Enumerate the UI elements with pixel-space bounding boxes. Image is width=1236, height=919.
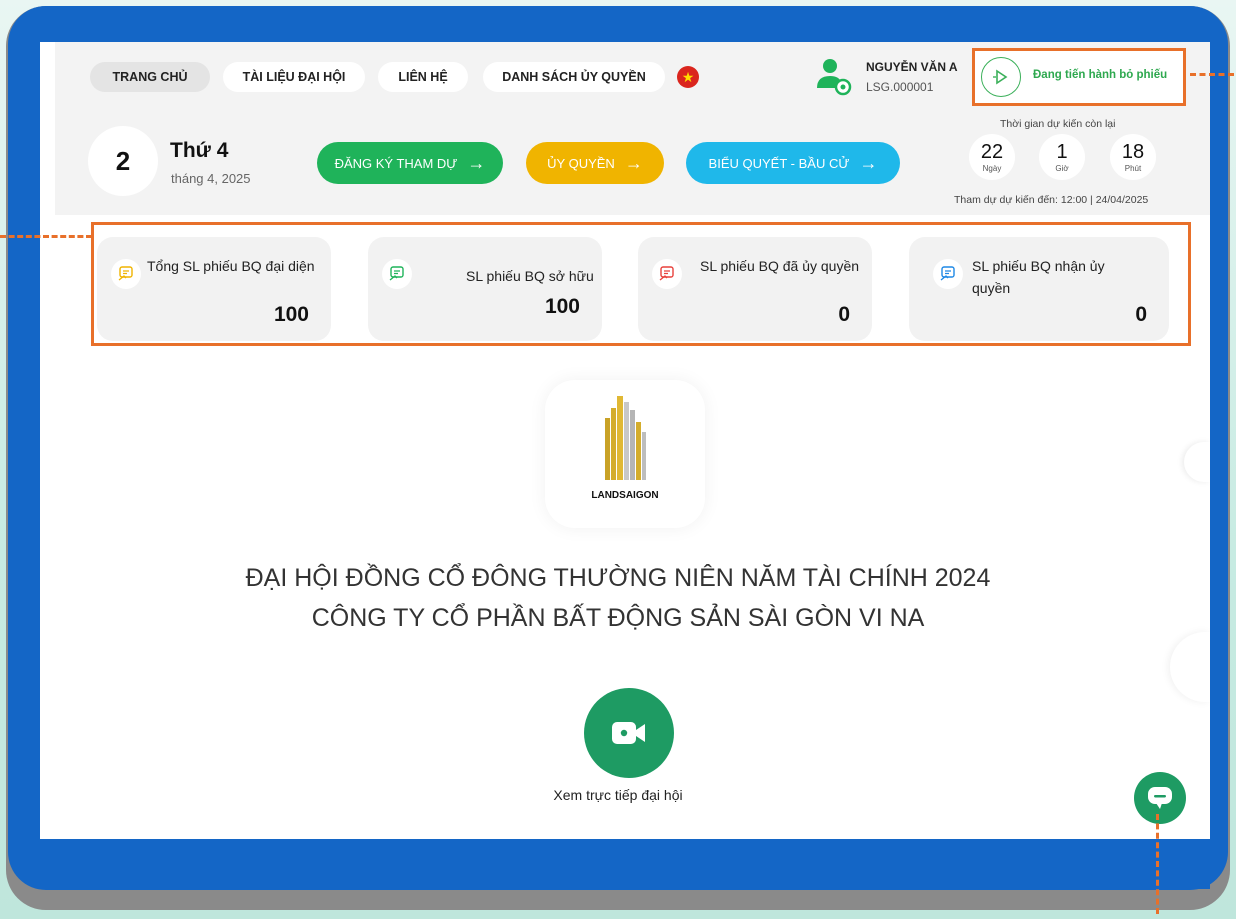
countdown-hours-unit: Giờ (1055, 163, 1069, 173)
countdown-days: 22 Ngày (969, 134, 1015, 180)
vote-election-button[interactable]: BIỂU QUYẾT - BẦU CỬ → (686, 142, 900, 184)
proxy-button[interactable]: ỦY QUYỀN → (526, 142, 664, 184)
date-weekday: Thứ 4 (170, 139, 229, 162)
countdown-minutes: 18 Phút (1110, 134, 1156, 180)
meeting-title-line-2: CÔNG TY CỔ PHẦN BẤT ĐỘNG SẢN SÀI GÒN VI … (311, 604, 925, 632)
arrow-right-icon: → (859, 152, 878, 173)
vote-election-label: BIỂU QUYẾT - BẦU CỬ (708, 155, 850, 171)
nav-home[interactable]: TRANG CHỦ (90, 62, 210, 92)
stats-highlight-box (91, 222, 1191, 346)
side-toggle-tab[interactable] (1184, 442, 1210, 482)
callout-line (1190, 73, 1234, 76)
countdown-footer: Tham dự dự kiến đến: 12:00 | 24/04/2025 (954, 194, 1149, 206)
date-month-year: tháng 4, 2025 (171, 171, 251, 186)
date-day: 2 (88, 126, 158, 196)
nav-docs[interactable]: TÀI LIỆU ĐẠI HỘI (223, 62, 365, 92)
user-code: LSG.000001 (866, 80, 934, 94)
register-attendance-button[interactable]: ĐĂNG KÝ THAM DỰ → (317, 142, 503, 184)
countdown-days-unit: Ngày (982, 163, 1002, 173)
arrow-right-icon: → (624, 152, 643, 173)
device-bottom-bar (40, 839, 1210, 889)
company-logo: LANDSAIGON (545, 380, 705, 528)
countdown-minutes-value: 18 (1121, 140, 1145, 163)
user-name: NGUYỄN VĂN A (866, 60, 958, 74)
callout-line (0, 235, 92, 238)
live-stream-button[interactable] (584, 688, 674, 778)
app-screen: TRANG CHỦ TÀI LIỆU ĐẠI HỘI LIÊN HỆ DANH … (40, 42, 1210, 839)
countdown-hours: 1 Giờ (1039, 134, 1085, 180)
video-camera-icon (612, 722, 645, 744)
arrow-right-icon: → (467, 152, 486, 173)
chat-button[interactable] (1134, 772, 1186, 824)
building-logo-icon (605, 396, 646, 480)
chat-bubble-icon (1148, 787, 1172, 809)
meeting-title-line-1: ĐẠI HỘI ĐỒNG CỔ ĐÔNG THƯỜNG NIÊN NĂM TÀI… (245, 564, 991, 592)
side-panel-tab[interactable] (1170, 632, 1210, 702)
callout-line (1156, 814, 1159, 914)
company-logo-text: LANDSAIGON (591, 490, 659, 501)
countdown-days-value: 22 (980, 140, 1004, 163)
voting-status-indicator[interactable]: Đang tiến hành bỏ phiếu (972, 48, 1186, 106)
countdown-title: Thời gian dự kiến còn lại (1000, 118, 1116, 130)
play-circle-icon (981, 57, 1021, 97)
countdown-hours-value: 1 (1056, 140, 1068, 163)
language-flag-icon[interactable]: ★ (677, 66, 699, 88)
user-avatar-icon[interactable] (812, 54, 856, 98)
nav-contact[interactable]: LIÊN HỆ (378, 62, 468, 92)
voting-status-label: Đang tiến hành bỏ phiếu (1033, 69, 1168, 81)
proxy-label: ỦY QUYỀN (547, 155, 615, 171)
nav-proxy-list[interactable]: DANH SÁCH ỦY QUYỀN (483, 62, 665, 92)
register-attendance-label: ĐĂNG KÝ THAM DỰ (334, 155, 458, 171)
live-stream-label[interactable]: Xem trực tiếp đại hội (40, 787, 1210, 803)
countdown-minutes-unit: Phút (1124, 163, 1142, 173)
